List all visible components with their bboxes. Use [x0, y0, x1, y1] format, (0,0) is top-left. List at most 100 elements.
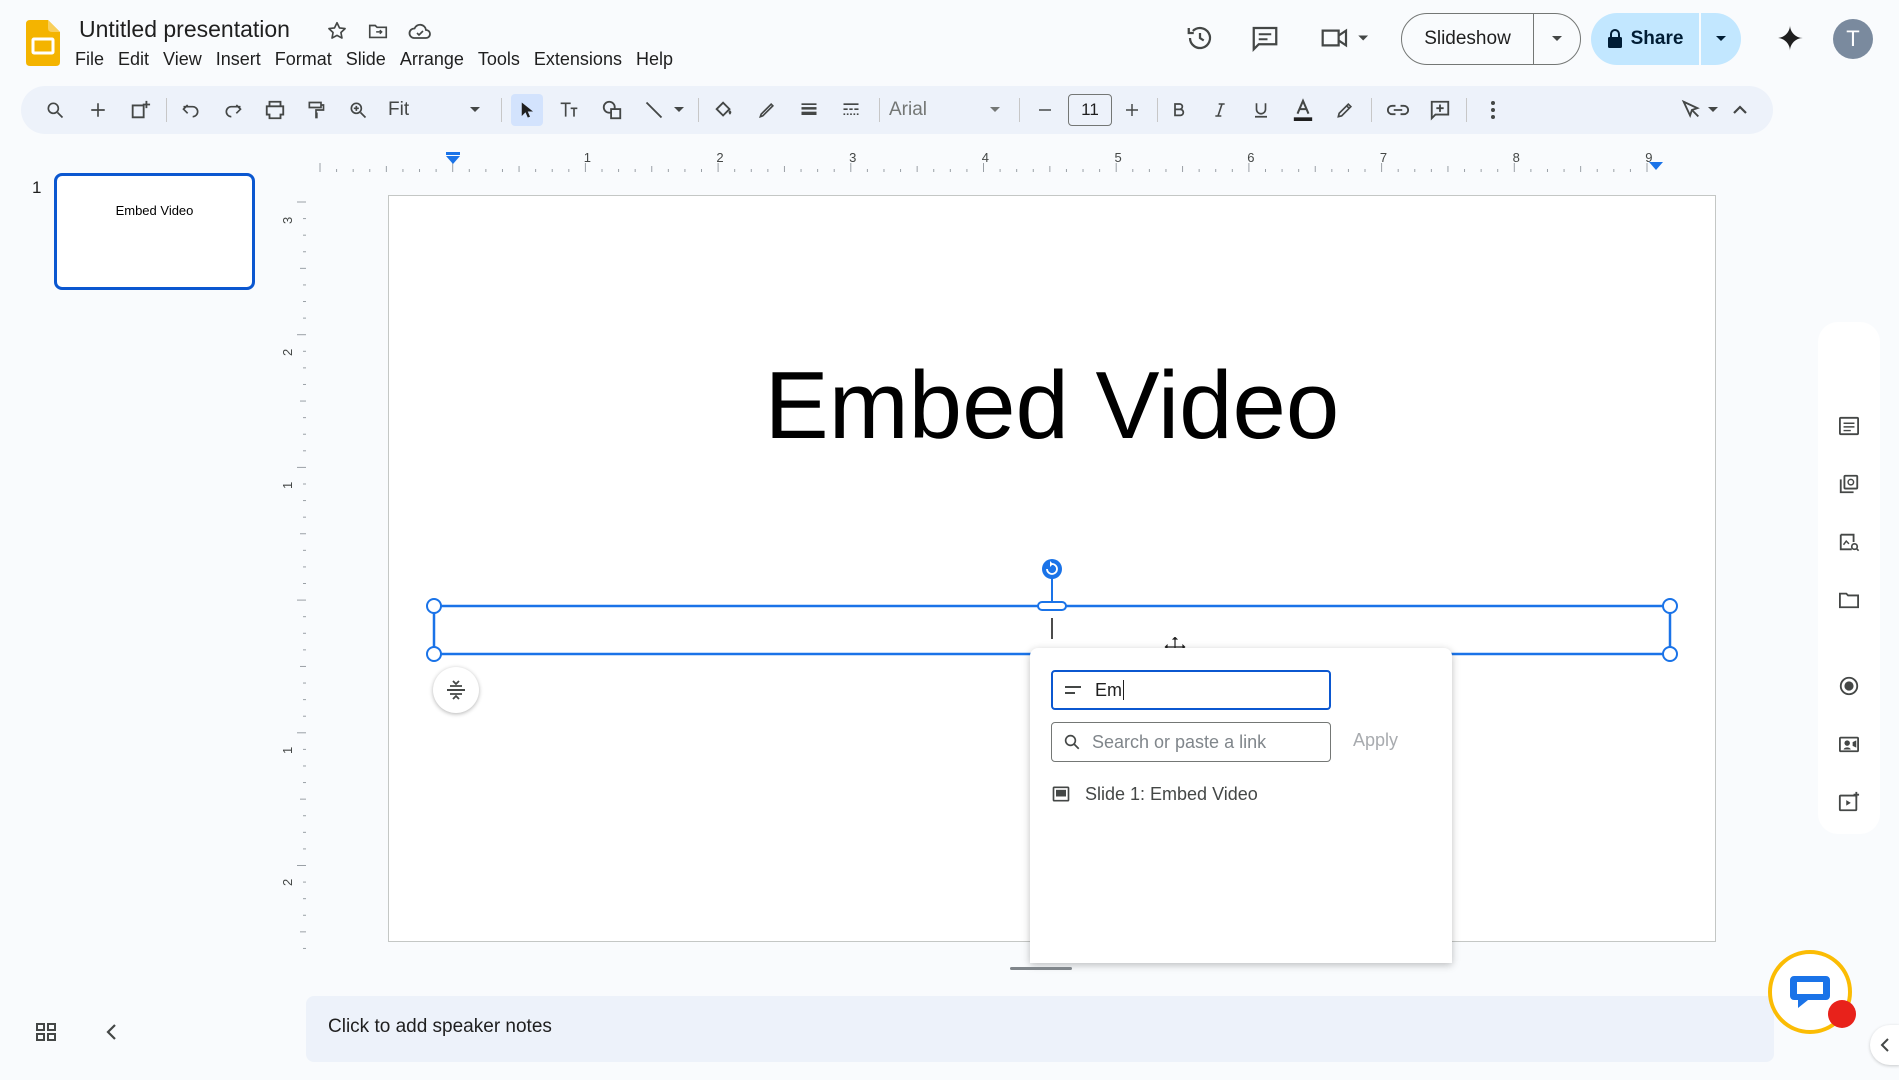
ruler-label: 3	[282, 217, 295, 224]
shape-icon[interactable]	[596, 94, 628, 126]
share-button-group: Share	[1591, 13, 1741, 65]
link-text-value: Em	[1095, 679, 1122, 700]
zoom-select[interactable]: Fit	[388, 99, 409, 121]
link-search-input[interactable]	[1092, 731, 1322, 753]
search-icon	[1052, 733, 1092, 751]
menu-format[interactable]: Format	[268, 47, 339, 73]
share-button[interactable]: Share	[1591, 13, 1701, 65]
cloud-saved-icon[interactable]	[407, 18, 433, 44]
bold-icon[interactable]	[1163, 94, 1195, 126]
decrease-font-size-icon[interactable]	[1029, 94, 1061, 126]
add-comment-icon[interactable]	[1424, 94, 1456, 126]
highlight-color-icon[interactable]	[1329, 94, 1361, 126]
comments-icon[interactable]	[1245, 18, 1285, 58]
ruler-label: 5	[1115, 150, 1122, 165]
select-tool-icon[interactable]	[511, 94, 543, 126]
resize-handle-bottom-right	[1662, 646, 1678, 662]
rotate-handle	[1042, 559, 1062, 579]
slides-logo[interactable]	[26, 20, 60, 66]
insert-link-dialog: Em Apply Slide 1: Embed Video	[1030, 648, 1452, 963]
paint-format-icon[interactable]	[300, 94, 332, 126]
zoom-icon[interactable]	[342, 94, 374, 126]
user-avatar[interactable]: T	[1833, 19, 1873, 59]
collapse-filmstrip-icon[interactable]	[100, 1020, 126, 1046]
ruler-label: 1	[584, 150, 591, 165]
ruler-label: 1	[282, 482, 295, 489]
menu-bar: File Edit View Insert Format Slide Arran…	[68, 47, 680, 73]
text-color-icon[interactable]	[1287, 94, 1319, 126]
speaker-notes-area[interactable]: Click to add speaker notes	[306, 996, 1774, 1062]
speaker-notes-placeholder: Click to add speaker notes	[328, 1016, 552, 1037]
ruler-label: 2	[282, 349, 295, 356]
search-menus-icon[interactable]	[39, 94, 71, 126]
apply-button[interactable]: Apply	[1353, 730, 1398, 751]
video-add-icon[interactable]	[1835, 788, 1863, 816]
fill-color-icon[interactable]	[708, 94, 740, 126]
image-search-icon[interactable]	[1835, 528, 1863, 556]
link-search-field[interactable]	[1051, 722, 1331, 762]
meet-video-icon[interactable]	[1316, 18, 1376, 58]
resize-handle-top-right	[1662, 598, 1678, 614]
menu-edit[interactable]: Edit	[111, 47, 156, 73]
line-icon[interactable]	[638, 94, 670, 126]
menu-slide[interactable]: Slide	[339, 47, 393, 73]
menu-extensions[interactable]: Extensions	[527, 47, 629, 73]
horizontal-ruler[interactable]: 123456789	[306, 150, 1774, 172]
autofit-options-button[interactable]	[433, 667, 479, 713]
more-options-icon[interactable]	[1477, 94, 1509, 126]
video-camera-icon[interactable]	[1835, 730, 1863, 758]
zoom-dropdown-icon[interactable]	[459, 94, 491, 126]
menu-insert[interactable]: Insert	[209, 47, 268, 73]
link-text-field[interactable]: Em	[1051, 670, 1331, 710]
slide-title-text[interactable]: Embed Video	[389, 351, 1715, 461]
collapse-menus-icon[interactable]	[1724, 94, 1756, 126]
expand-side-panel-icon[interactable]	[1870, 1025, 1899, 1065]
vertical-ruler[interactable]: 3 2 1 1 2	[282, 172, 306, 962]
slideshow-button[interactable]: Slideshow	[1402, 14, 1534, 64]
speaker-notes-icon[interactable]	[1835, 412, 1863, 440]
menu-arrange[interactable]: Arrange	[393, 47, 471, 73]
increase-font-size-icon[interactable]	[1116, 94, 1148, 126]
link-suggestion-item[interactable]: Slide 1: Embed Video	[1051, 774, 1258, 814]
slide-library-icon[interactable]	[1835, 470, 1863, 498]
new-slide-icon[interactable]	[82, 94, 114, 126]
star-icon[interactable]	[324, 18, 350, 44]
editing-mode-dropdown-icon[interactable]	[1702, 94, 1724, 126]
ruler-label: 7	[1380, 150, 1387, 165]
ruler-label: 2	[282, 879, 295, 886]
menu-tools[interactable]: Tools	[471, 47, 527, 73]
grid-view-icon[interactable]	[34, 1020, 60, 1046]
font-size-input[interactable]: 11	[1068, 94, 1112, 126]
font-dropdown-icon[interactable]	[979, 94, 1011, 126]
document-title[interactable]: Untitled presentation	[79, 16, 290, 43]
version-history-icon[interactable]	[1180, 18, 1220, 58]
gemini-icon[interactable]	[1770, 18, 1810, 58]
ruler-label: 6	[1247, 150, 1254, 165]
insert-link-icon[interactable]	[1382, 94, 1414, 126]
line-dropdown-icon[interactable]	[669, 94, 689, 126]
notes-resize-handle[interactable]	[1010, 967, 1072, 970]
new-slide-with-layout-icon[interactable]	[124, 94, 156, 126]
menu-help[interactable]: Help	[629, 47, 680, 73]
undo-icon[interactable]	[175, 94, 207, 126]
record-icon[interactable]	[1835, 672, 1863, 700]
menu-file[interactable]: File	[68, 47, 111, 73]
ruler-label: 1	[282, 747, 295, 754]
redo-icon[interactable]	[217, 94, 249, 126]
menu-view[interactable]: View	[156, 47, 209, 73]
share-dropdown-icon[interactable]	[1701, 13, 1741, 65]
print-icon[interactable]	[259, 94, 291, 126]
slideshow-button-group: Slideshow	[1401, 13, 1581, 65]
border-color-icon[interactable]	[751, 94, 783, 126]
slideshow-dropdown-icon[interactable]	[1534, 14, 1580, 64]
border-dash-icon[interactable]	[835, 94, 867, 126]
italic-icon[interactable]	[1204, 94, 1236, 126]
move-to-folder-icon[interactable]	[365, 18, 391, 44]
slide-thumbnail[interactable]: Embed Video	[54, 173, 255, 290]
text-box-icon[interactable]	[553, 94, 585, 126]
underline-icon[interactable]	[1245, 94, 1277, 126]
drive-folder-icon[interactable]	[1835, 586, 1863, 614]
border-weight-icon[interactable]	[793, 94, 825, 126]
short-text-icon	[1053, 685, 1093, 695]
font-family-select[interactable]: Arial	[889, 99, 927, 121]
